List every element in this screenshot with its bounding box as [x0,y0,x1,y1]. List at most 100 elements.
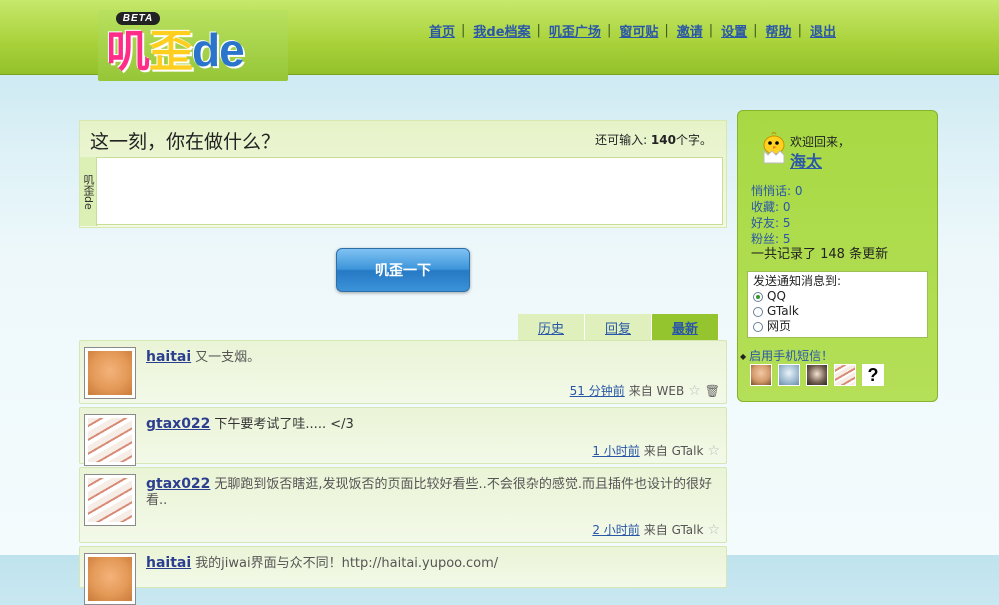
chick-mascot-icon [763,131,785,164]
feed-meta: 1 小时前 来自 GTalk ☆ [592,442,720,459]
feed-username[interactable]: gtax022 [146,416,210,432]
nav-separator: | [708,23,714,38]
feed-source: 来自 WEB [628,384,685,398]
avatar[interactable] [84,474,136,526]
compose-side-label: 叽歪de [80,157,97,226]
enable-sms-link[interactable]: ◆ 启用手机短信！ [740,347,833,364]
feed-username[interactable]: haitai [146,555,191,571]
radio-checked-icon[interactable] [753,291,763,302]
radio-icon[interactable] [753,321,763,332]
friend-avatar[interactable] [778,364,800,386]
nav-separator: | [664,23,669,38]
beta-badge: BETA [116,12,160,25]
nav-my-profile[interactable]: 我de档案 [473,21,530,40]
nav-settings[interactable]: 设置 [721,21,747,40]
feed-time[interactable]: 2 小时前 [592,521,639,538]
feed-item: haitai 又一支烟。 51 分钟前 来自 WEB ☆ 🗑 [79,340,727,404]
compose-panel: 这一刻，你在做什么？ 还可输入: 140个字。 叽歪de [79,120,727,228]
notify-title: 发送通知消息到: [753,274,842,288]
logo-de: de [192,24,245,76]
logo-char-1: 叽 [106,27,150,76]
feed-text: 下午要考试了哇..... </3 [214,417,354,432]
char-count-value: 140 [650,133,676,147]
user-sidebar: 欢迎回来， 海太 悄悄话: 0 收藏: 0 好友: 5 粉丝: 5 一共记录了 … [737,110,938,402]
logo-wordmark: 叽歪de [106,24,245,76]
compose-title: 这一刻，你在做什么？ [90,131,281,153]
friend-avatar[interactable] [750,364,772,386]
favorite-star-icon[interactable]: ☆ [707,443,720,459]
nav-help[interactable]: 帮助 [766,21,792,40]
trash-icon[interactable]: 🗑 [705,384,720,398]
favorite-star-icon[interactable]: ☆ [707,522,720,538]
tab-history[interactable]: 历史 [518,314,585,340]
sms-label: 启用手机短信！ [749,349,834,363]
nav-plaza[interactable]: 叽歪广场 [549,21,601,40]
nav-invite[interactable]: 邀请 [677,21,703,40]
feed-meta: 2 小时前 来自 GTalk ☆ [592,521,720,538]
status-textarea[interactable] [96,157,723,225]
main-nav: 首页 | 我de档案 | 叽歪广场 | 窗可贴 | 邀请 | 设置 | 帮助 | 退出 [429,21,836,40]
nav-separator: | [536,23,541,38]
notify-qq[interactable]: QQ [753,289,922,304]
stat-private-messages[interactable]: 悄悄话: 0 [751,183,888,199]
top-bar: BETA 叽歪de 首页 | 我de档案 | 叽歪广场 | 窗可贴 | 邀请 | 设置 | … [0,0,999,81]
avatar[interactable] [84,347,136,399]
notify-options: 发送通知消息到: QQ GTalk 网页 [747,271,928,338]
feed-time[interactable]: 1 小时前 [592,442,639,459]
feed-username[interactable]: gtax022 [146,476,210,492]
feed-message: gtax022 下午要考试了哇..... </3 [146,416,716,433]
friend-avatar[interactable] [834,364,856,386]
notify-web[interactable]: 网页 [753,319,922,334]
feed-source: 来自 GTalk [643,523,704,537]
avatar[interactable] [84,414,136,466]
avatar-image [88,557,132,601]
radio-icon[interactable] [753,306,763,317]
feed-time[interactable]: 51 分钟前 [570,382,625,399]
tab-latest[interactable]: 最新 [652,314,719,340]
total-updates: 一共记录了 148 条更新 [751,247,889,262]
feed-text: 又一支烟。 [195,350,261,365]
avatar-image [88,418,132,462]
feed-message: gtax022 无聊跑到饭否瞎逛,发现饭否的页面比较好看些..不会很杂的感觉.而且… [146,476,716,509]
avatar-image [88,478,132,522]
feed-meta: 51 分钟前 来自 WEB ☆ 🗑 [570,382,720,399]
submit-button[interactable]: 叽歪一下 [336,248,470,292]
timeline-tabs: 历史 回复 最新 [518,314,719,340]
tab-replies[interactable]: 回复 [585,314,652,340]
logo-char-2: 歪 [149,27,193,76]
nav-separator: | [606,23,612,38]
feed-source: 来自 GTalk [643,444,704,458]
feed-message: haitai 我的jiwai界面与众不同！http://haitai.yupoo.… [146,555,716,572]
stat-followers[interactable]: 粉丝: 5 [751,231,888,247]
timeline-feed: haitai 又一支烟。 51 分钟前 来自 WEB ☆ 🗑 gtax022 下午要… [79,340,727,605]
feed-text: 我的jiwai界面与众不同！http://haitai.yupoo.com/ [195,556,499,571]
bullet-icon: ◆ [740,352,747,361]
feed-message: haitai 又一支烟。 [146,349,716,366]
friend-avatar[interactable] [806,364,828,386]
stat-friends[interactable]: 好友: 5 [751,215,888,231]
notify-gtalk[interactable]: GTalk [753,304,922,319]
notify-gtalk-label: GTalk [767,304,799,318]
feed-item: gtax022 下午要考试了哇..... </3 1 小时前 来自 GTalk ☆ [79,407,727,466]
site-logo[interactable]: BETA 叽歪de [98,10,288,81]
friend-avatars: ? [750,364,890,386]
nav-home[interactable]: 首页 [429,21,455,40]
nav-widget[interactable]: 窗可贴 [619,21,658,40]
stat-favorites[interactable]: 收藏: 0 [751,199,888,215]
feed-item: haitai 我的jiwai界面与众不同！http://haitai.yupoo.… [79,546,727,605]
feed-text: 无聊跑到饭否瞎逛,发现饭否的页面比较好看些..不会很杂的感觉.而且插件也设计的很… [146,477,712,508]
char-count-prefix: 还可输入: [595,133,651,147]
nav-separator: | [753,23,758,38]
favorite-star-icon[interactable]: ☆ [688,383,701,399]
feed-item: gtax022 无聊跑到饭否瞎逛,发现饭否的页面比较好看些..不会很杂的感觉.而且… [79,467,727,543]
notify-qq-label: QQ [767,289,786,303]
avatar[interactable] [84,553,136,605]
nav-logout[interactable]: 退出 [810,21,836,40]
nav-separator: | [797,23,802,38]
unknown-friend-avatar[interactable]: ? [862,364,884,386]
sidebar-username[interactable]: 海太 [790,148,822,172]
feed-username[interactable]: haitai [146,349,191,365]
user-stats: 悄悄话: 0 收藏: 0 好友: 5 粉丝: 5 一共记录了 148 条更新 [751,183,888,263]
avatar-image [88,351,132,395]
char-count: 还可输入: 140个字。 [595,131,712,148]
